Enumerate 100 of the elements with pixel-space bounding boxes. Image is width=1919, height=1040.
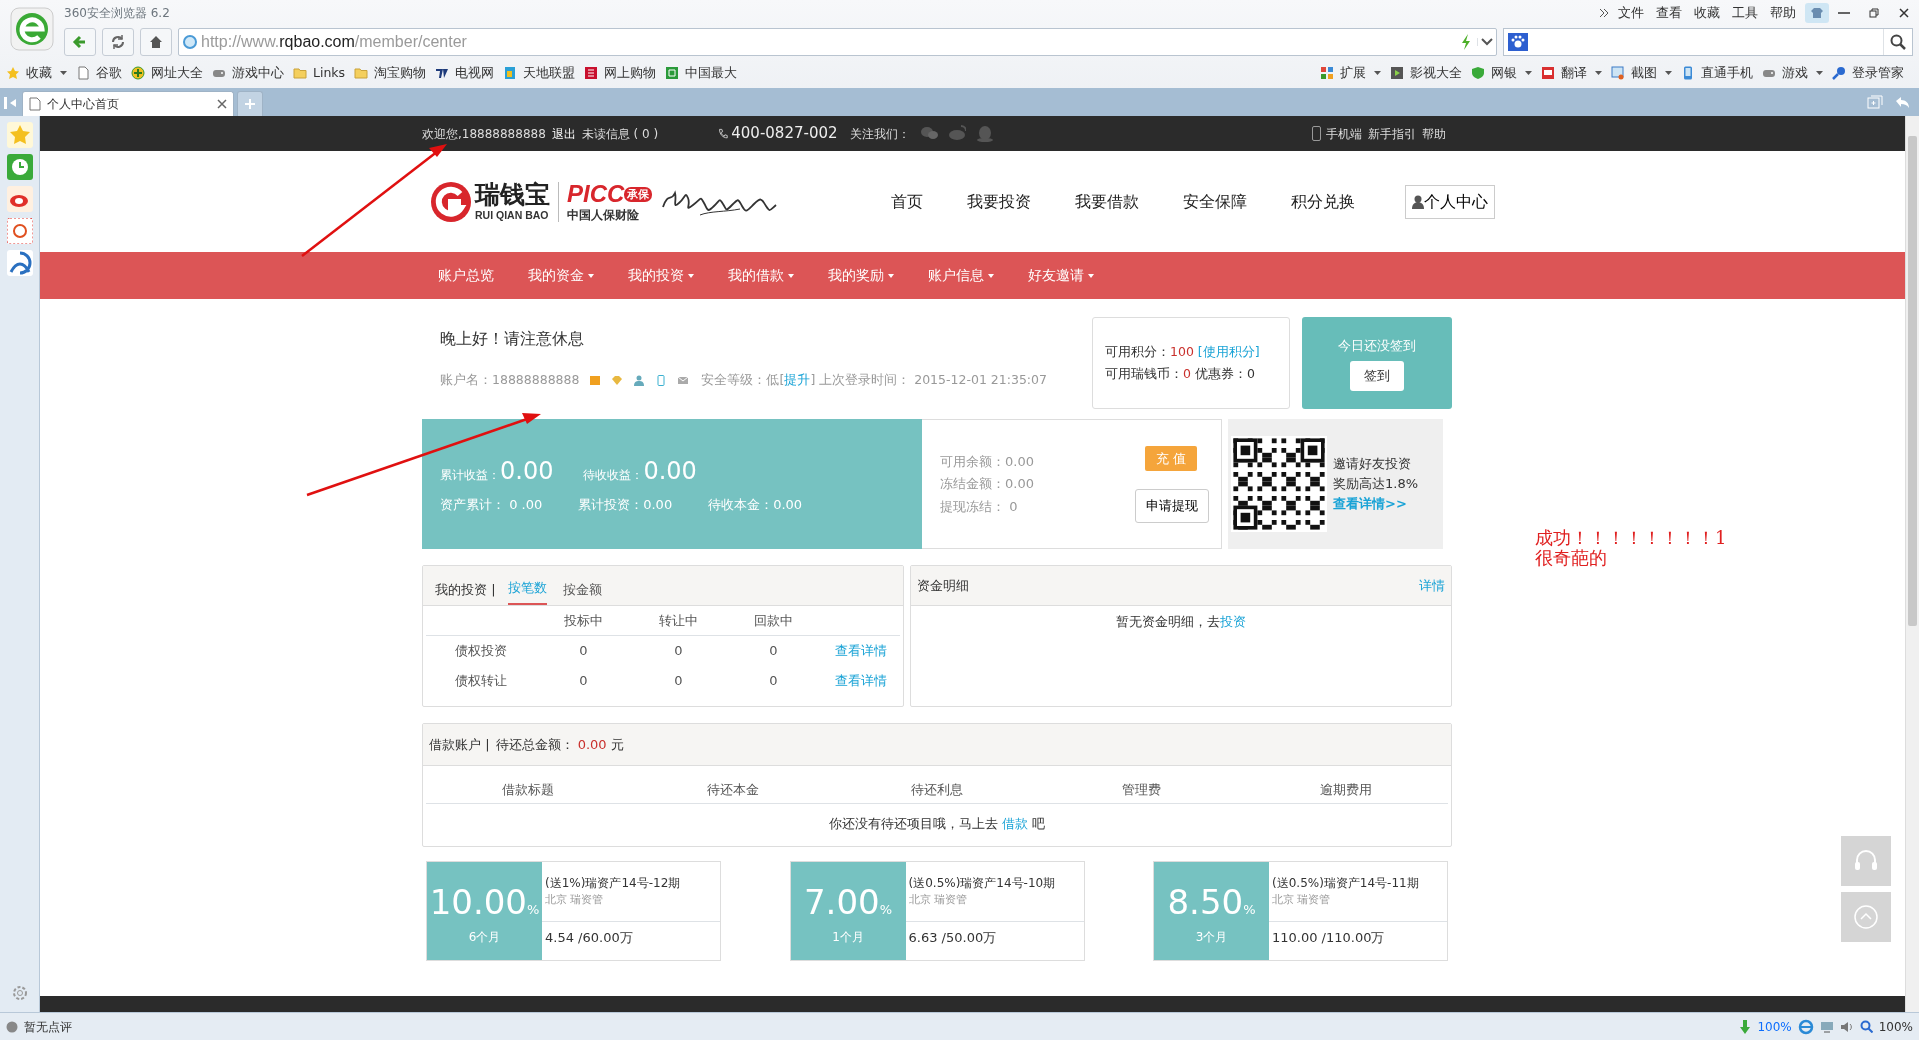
product-card[interactable]: 10.00% 6个月 (送1%)瑞资产14号-12期 北京 瑞资管 4.54 /60.00万 (426, 861, 721, 961)
toolbar-item[interactable]: 截图 (1628, 63, 1675, 83)
bookmark[interactable]: 谷歌 (93, 63, 125, 83)
back-icon (72, 34, 88, 50)
bookmark[interactable]: 网址大全 (148, 63, 206, 83)
film-icon (1390, 66, 1404, 80)
refresh-button[interactable] (102, 28, 134, 56)
person-icon (633, 374, 646, 386)
menu-tab[interactable]: 我的投资 (628, 265, 694, 286)
bookmark[interactable]: 游戏中心 (229, 63, 287, 83)
back-button[interactable] (64, 28, 96, 56)
monitor-icon[interactable] (1819, 1020, 1834, 1033)
bookmark[interactable]: 中国最大 (682, 63, 741, 83)
table-cell-text: 0 (768, 672, 779, 691)
undo-icon[interactable] (1894, 95, 1910, 109)
menu-tab[interactable]: 账户总览 (438, 265, 494, 286)
browser-tab[interactable]: 个人中心首页 (22, 91, 234, 116)
nav-link[interactable]: 安全保障 (1177, 188, 1254, 215)
product-card[interactable]: 8.50% 3个月 (送0.5%)瑞资产14号-11期 北京 瑞资管 110.00 /110.00万 (1153, 861, 1448, 961)
shield-icon (1471, 66, 1485, 80)
top-link[interactable]: 帮助 (1422, 124, 1446, 143)
logout-link[interactable]: 退出 (551, 124, 576, 143)
interest-rate: 8.50% (1167, 880, 1256, 924)
bookmark[interactable]: Links (310, 63, 349, 83)
more-icon[interactable] (1599, 8, 1609, 18)
apps-icon (1320, 66, 1334, 80)
download-icon[interactable] (1739, 1019, 1752, 1034)
panel-title: 借款账户 | (429, 735, 490, 754)
screenshot-icon (1611, 66, 1625, 80)
skin-button[interactable] (1805, 3, 1829, 23)
penguin-icon[interactable] (975, 125, 994, 142)
column-header: 待还本金 (705, 780, 760, 799)
menu-tab[interactable]: 账户信息 (928, 265, 994, 286)
caret-icon (1665, 71, 1672, 75)
caret-icon (1816, 71, 1823, 75)
wechat-icon[interactable] (919, 125, 938, 142)
column-header: 回款中 (753, 611, 794, 630)
folder-icon (293, 66, 307, 80)
new-window-icon[interactable] (1867, 95, 1883, 109)
weibo-icon[interactable] (6, 186, 33, 212)
toolbar-item[interactable]: 扩展 (1337, 63, 1384, 83)
balance-text: 可用余额：0.00 (940, 452, 1035, 471)
bookmark[interactable]: 电视网 (452, 63, 498, 83)
bookmark[interactable]: 网上购物 (601, 63, 660, 83)
menu-item[interactable]: 文件 (1615, 3, 1647, 23)
product-card[interactable]: 7.00% 1个月 (送0.5%)瑞资产14号-10期 北京 瑞资管 6.63 /50.00万 (789, 861, 1085, 961)
search-field[interactable] (1503, 28, 1913, 56)
nav-link[interactable]: 首页 (885, 188, 930, 215)
user-center-button[interactable]: 个人中心 (1405, 184, 1496, 219)
toolbar-item[interactable]: 游戏 (1779, 63, 1826, 83)
pending-label: 待收收益： (583, 467, 644, 485)
points-text: 可用积分：100 [使用积分] (1105, 342, 1261, 361)
paw-icon (1508, 33, 1528, 51)
home-button[interactable] (140, 28, 172, 56)
toolbar-item[interactable]: 网银 (1488, 63, 1535, 83)
menu-tab[interactable]: 我的资金 (528, 265, 594, 286)
menu-tab[interactable]: 我的借款 (728, 265, 794, 286)
menu-item[interactable]: 查看 (1653, 3, 1685, 23)
menu-item[interactable]: 收藏 (1691, 3, 1723, 23)
withdraw-button[interactable]: 申请提现 (1135, 489, 1209, 523)
product-amount: 110.00 /110.00万 (1271, 929, 1386, 947)
zoom-level: 100% (1878, 1018, 1913, 1036)
menu-tab[interactable]: 好友邀请 (1028, 265, 1094, 286)
zoom-icon[interactable] (1859, 1020, 1873, 1033)
toolbar-item[interactable]: 登录管家 (1849, 63, 1907, 83)
checkin-button[interactable]: 签到 (1350, 361, 1404, 391)
column-header: 管理费 (1120, 780, 1162, 799)
top-link[interactable]: 手机端 (1326, 124, 1362, 143)
annotation-text: 成功！！！！！！！！1 (1535, 528, 1727, 548)
menu-item[interactable]: 工具 (1729, 3, 1761, 23)
speaker-icon[interactable] (1839, 1020, 1854, 1033)
sidebar-toggle-icon[interactable] (3, 96, 19, 110)
filter-tab[interactable]: 按金额 (562, 573, 602, 605)
bookmark[interactable]: 淘宝购物 (371, 63, 430, 83)
partner-badge: 承保 (624, 186, 653, 202)
download-percent: 100% (1757, 1018, 1792, 1036)
nav-link[interactable]: 积分兑换 (1285, 188, 1362, 215)
scrollbar[interactable] (1905, 116, 1919, 1012)
clock-icon[interactable] (6, 154, 33, 180)
dictionary-icon (1541, 66, 1555, 80)
search-icon[interactable] (1890, 34, 1906, 50)
toolbar-item[interactable]: 影视大全 (1407, 63, 1465, 83)
bookmark[interactable]: 收藏 (23, 63, 70, 83)
weibo-icon[interactable] (947, 125, 966, 142)
toolbar-item[interactable]: 直通手机 (1698, 63, 1756, 83)
nav-link[interactable]: 我要投资 (961, 188, 1038, 215)
menu-item[interactable]: 帮助 (1767, 3, 1799, 23)
new-tab-button[interactable] (237, 91, 263, 116)
settings-icon[interactable] (10, 984, 29, 1002)
toolbar-item[interactable]: 翻译 (1558, 63, 1605, 83)
dropdown-icon[interactable] (1481, 38, 1493, 46)
close-icon[interactable] (217, 99, 227, 109)
tv-icon (435, 66, 450, 80)
top-link[interactable]: 新手指引 (1368, 124, 1416, 143)
menu-tab[interactable]: 我的奖励 (828, 265, 894, 286)
bookmark[interactable]: 天地联盟 (520, 63, 579, 83)
address-field[interactable]: http://www.rqbao.com/member/center (178, 28, 1497, 56)
nav-link[interactable]: 我要借款 (1069, 188, 1146, 215)
unread-messages-link[interactable]: 未读信息 ( 0 ) (581, 124, 659, 143)
table-cell-text: 0 (673, 672, 684, 691)
